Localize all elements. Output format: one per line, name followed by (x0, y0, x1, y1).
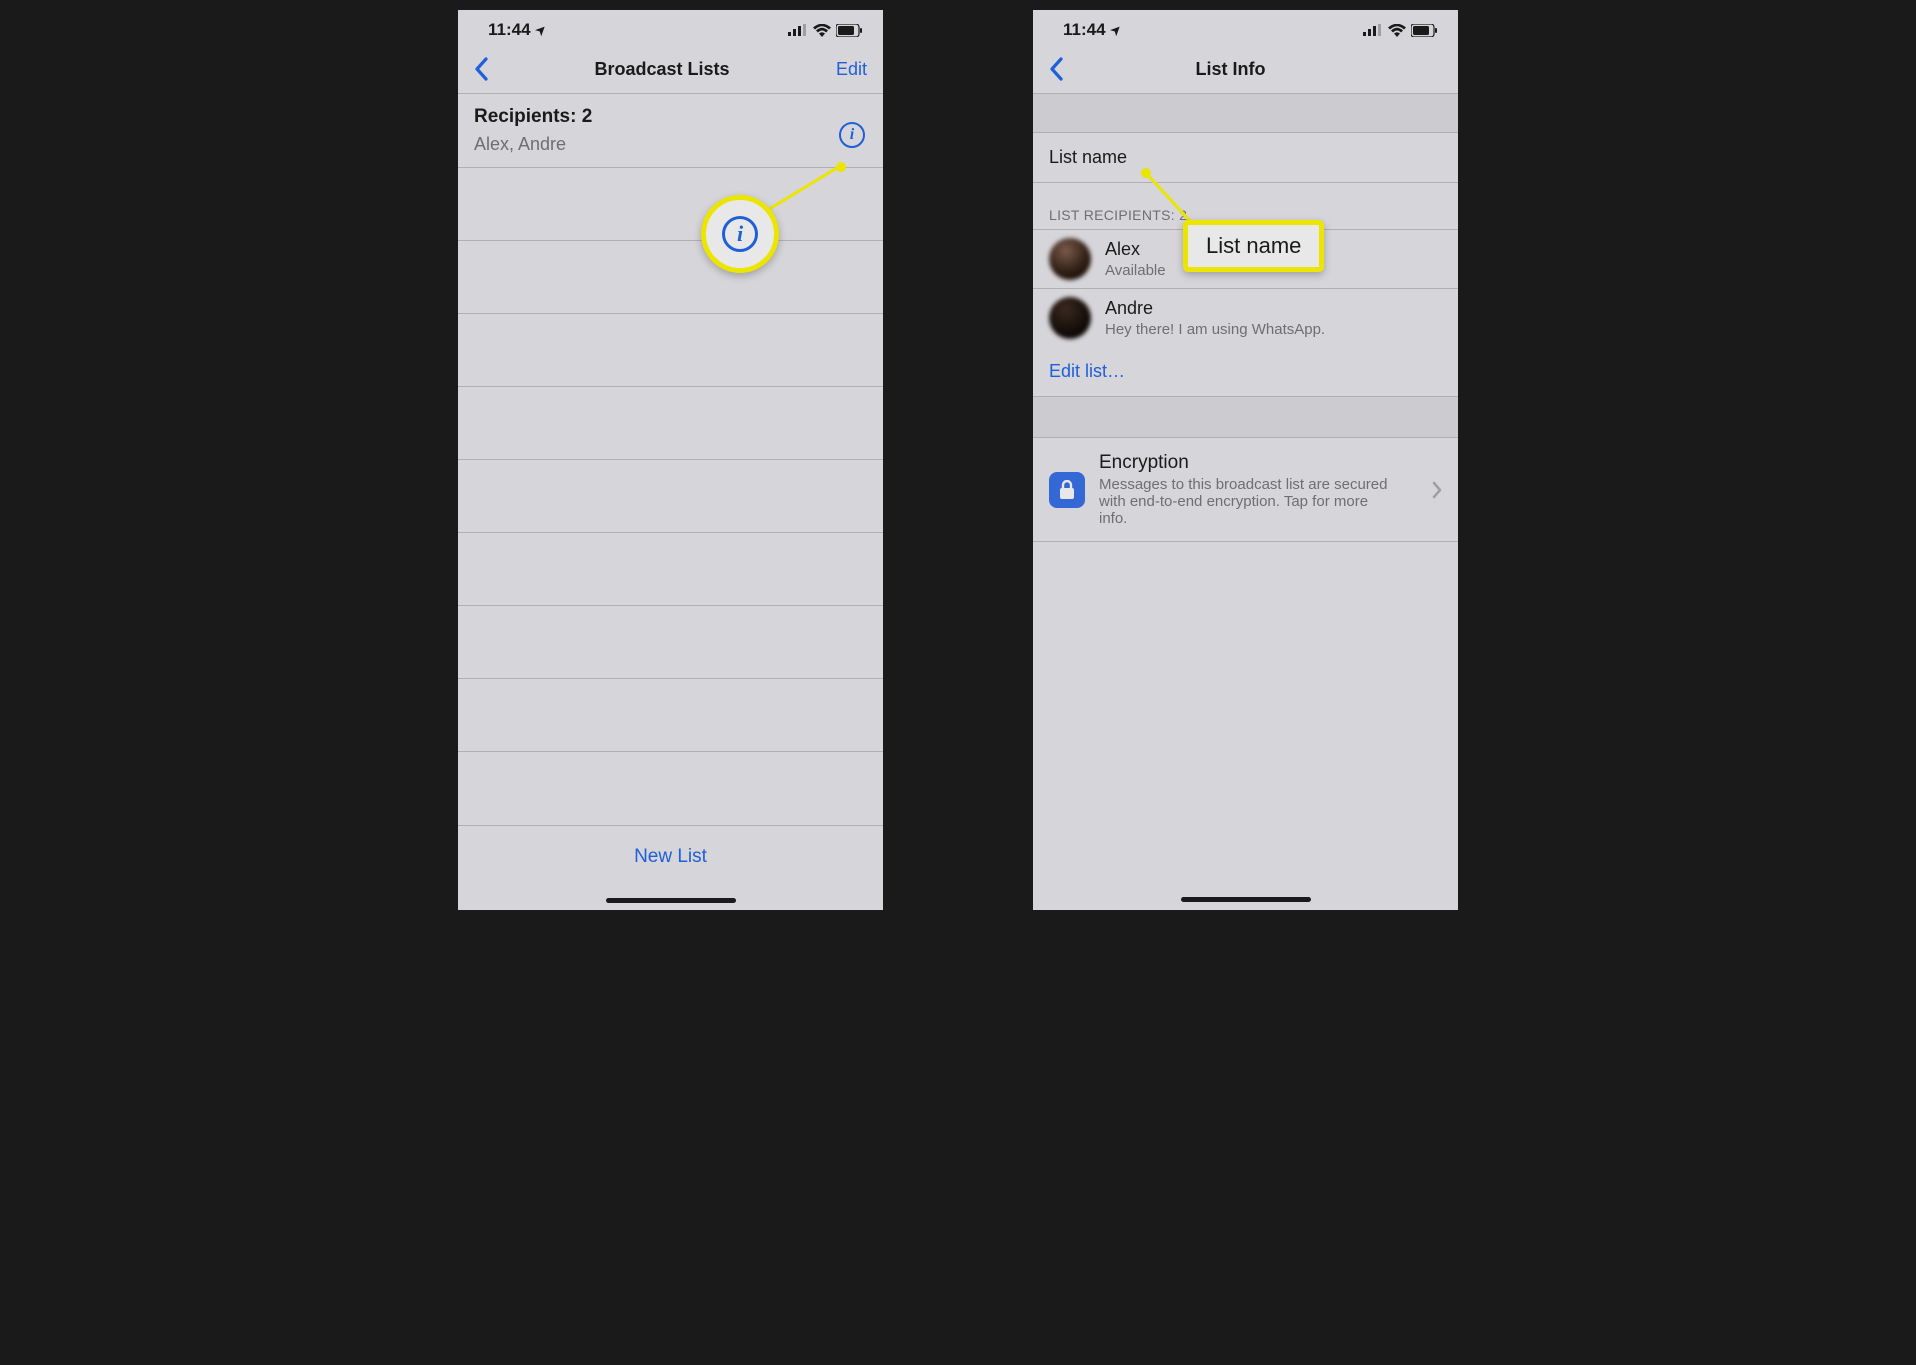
cellular-icon (1363, 24, 1383, 36)
encryption-description: Messages to this broadcast list are secu… (1099, 476, 1399, 527)
wifi-icon (1388, 24, 1406, 37)
list-item (458, 314, 883, 387)
location-arrow-icon: ➤ (1107, 21, 1124, 38)
list-item (458, 533, 883, 606)
callout-dot (1141, 168, 1151, 178)
chevron-right-icon (1432, 481, 1442, 499)
list-item (458, 679, 883, 752)
location-arrow-icon: ➤ (532, 21, 549, 38)
callout-dot (836, 162, 846, 172)
wifi-icon (813, 24, 831, 37)
contact-row[interactable]: Andre Hey there! I am using WhatsApp. (1033, 288, 1458, 347)
list-item (458, 752, 883, 825)
encryption-title: Encryption (1099, 452, 1399, 474)
info-icon[interactable]: i (839, 122, 865, 148)
recipients-names: Alex, Andre (474, 134, 867, 155)
callout-highlight-list-name: List name (1183, 220, 1324, 272)
list-item (458, 606, 883, 679)
edit-list-button[interactable]: Edit list… (1033, 347, 1458, 397)
encryption-row[interactable]: Encryption Messages to this broadcast li… (1033, 437, 1458, 542)
page-title: List Info (1033, 59, 1428, 80)
list-item (458, 460, 883, 533)
battery-icon (1411, 24, 1438, 37)
status-time: 11:44 (488, 20, 531, 40)
page-title: Broadcast Lists (488, 59, 836, 80)
avatar (1049, 238, 1091, 280)
phone-screen-list-info: 11:44 ➤ List Info (1033, 10, 1458, 910)
cellular-icon (788, 24, 808, 36)
list-item (458, 387, 883, 460)
status-bar: 11:44 ➤ (1033, 10, 1458, 45)
contact-name: Andre (1105, 298, 1325, 319)
recipients-count: Recipients: 2 (474, 106, 867, 128)
avatar (1049, 297, 1091, 339)
lock-icon (1049, 472, 1085, 508)
new-list-button[interactable]: New List (458, 825, 883, 888)
contact-status: Available (1105, 262, 1166, 279)
back-button[interactable] (474, 57, 488, 81)
broadcast-list-item[interactable]: Recipients: 2 Alex, Andre i (458, 94, 883, 168)
nav-header: List Info (1033, 45, 1458, 94)
status-bar: 11:44 ➤ (458, 10, 883, 45)
edit-button[interactable]: Edit (836, 59, 867, 80)
callout-highlight-info-icon: i (701, 195, 779, 273)
phone-screen-broadcast-lists: 11:44 ➤ Broadcast Lists Edit (458, 10, 883, 910)
contact-status: Hey there! I am using WhatsApp. (1105, 321, 1325, 338)
info-icon: i (722, 216, 758, 252)
list-name-field[interactable]: List name (1033, 132, 1458, 183)
nav-header: Broadcast Lists Edit (458, 45, 883, 94)
list-item (458, 241, 883, 314)
battery-icon (836, 24, 863, 37)
home-indicator[interactable] (1181, 897, 1311, 902)
home-indicator[interactable] (606, 898, 736, 903)
status-time: 11:44 (1063, 20, 1106, 40)
